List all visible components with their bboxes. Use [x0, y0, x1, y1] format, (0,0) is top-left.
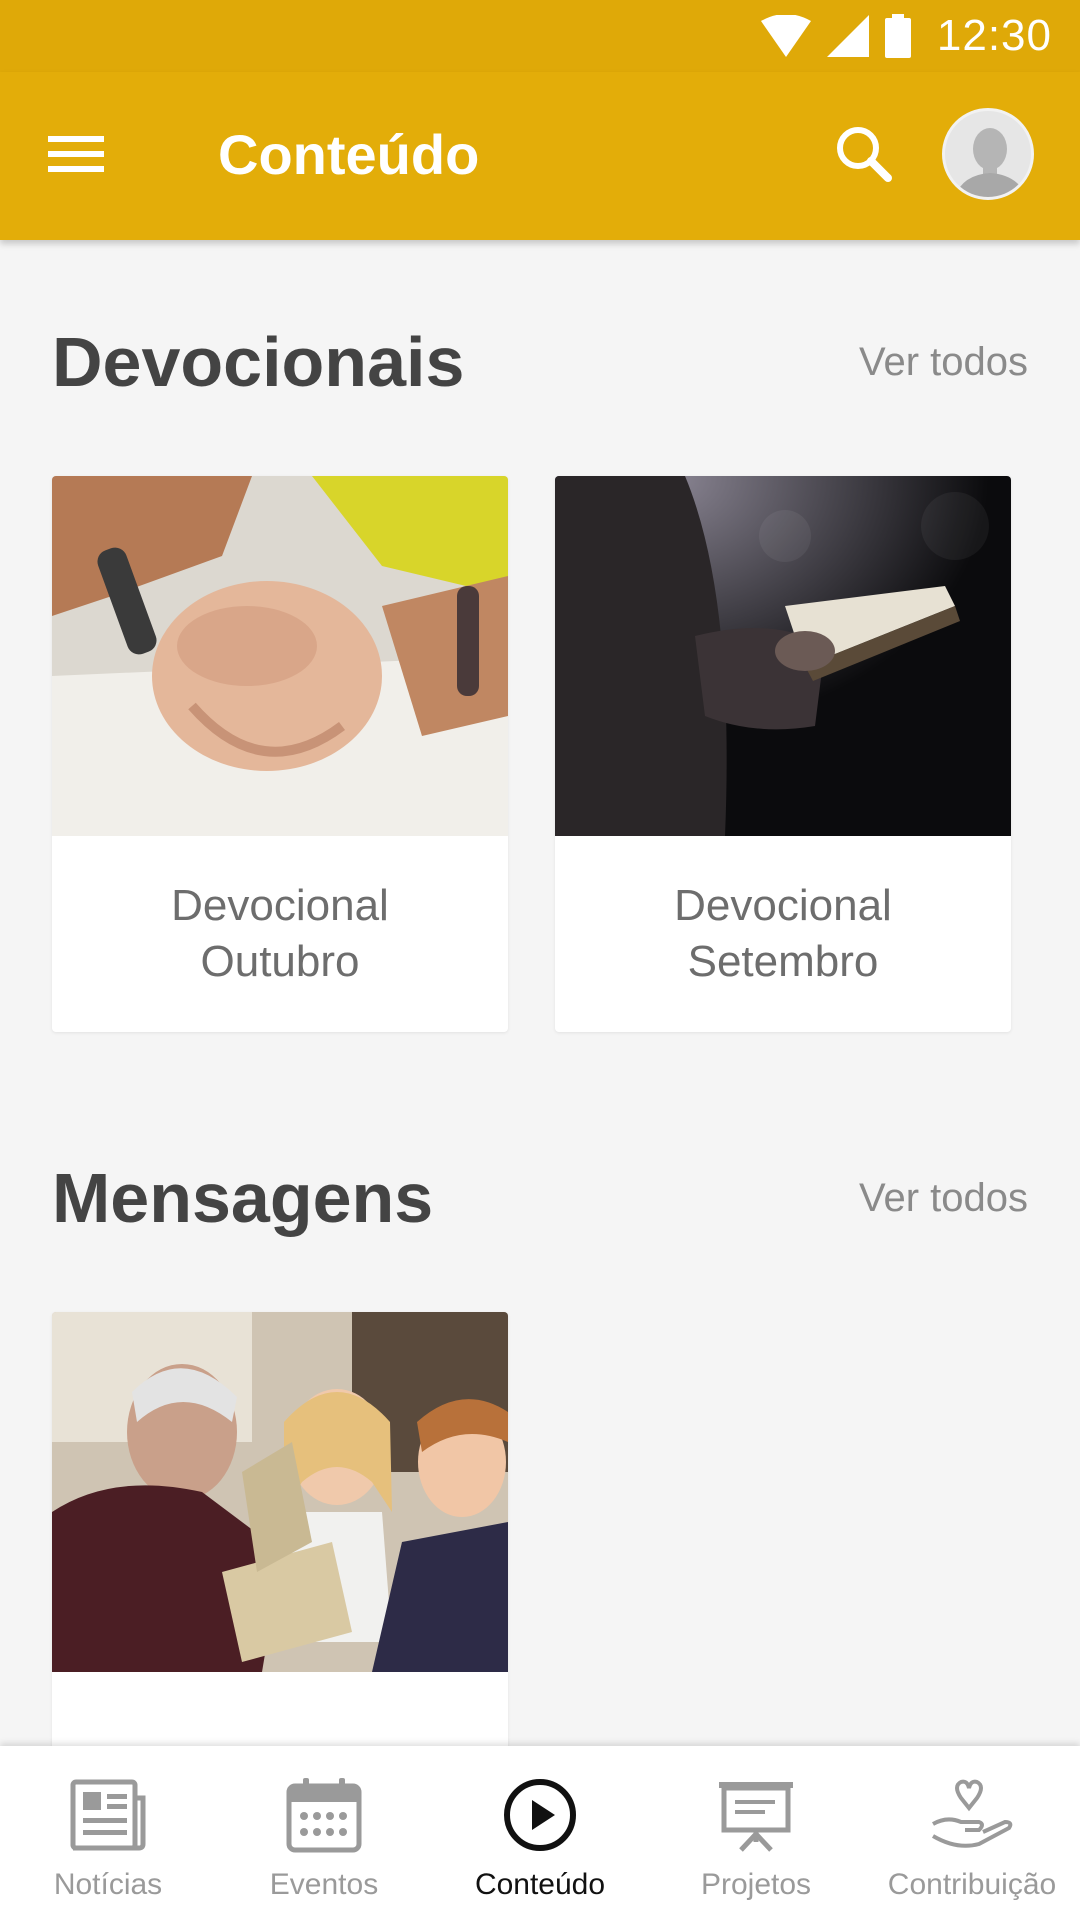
see-all-mensagens-link[interactable]: Ver todos	[859, 1176, 1028, 1221]
search-icon	[837, 127, 892, 182]
calendar-icon	[286, 1778, 362, 1853]
battery-icon	[884, 14, 911, 58]
play-circle-icon	[504, 1779, 576, 1851]
nav-label-conteudo: Conteúdo	[474, 1868, 606, 1901]
nav-item-noticias[interactable]: Notícias	[0, 1746, 216, 1920]
person-reading-image	[555, 476, 1011, 836]
nav-item-eventos[interactable]: Eventos	[216, 1746, 432, 1920]
status-bar: 12:30	[0, 0, 1080, 72]
wifi-icon	[760, 15, 811, 57]
nav-label-projetos: Projetos	[700, 1868, 812, 1901]
nav-item-contribuicao[interactable]: Contribuição	[864, 1746, 1080, 1920]
page-title: Conteúdo	[218, 123, 480, 186]
bottom-navigation: Notícias Eventos Conteúdo Projetos Contr…	[0, 1746, 1080, 1920]
status-time: 12:30	[936, 11, 1052, 60]
nav-item-projetos[interactable]: Projetos	[648, 1746, 864, 1920]
menu-button[interactable]	[48, 124, 120, 184]
card-devocional-outubro[interactable]: Devocional Outubro	[52, 476, 508, 1032]
nav-item-conteudo[interactable]: Conteúdo	[432, 1746, 648, 1920]
card-devocional-setembro[interactable]: Devocional Setembro	[555, 476, 1011, 1032]
nav-label-noticias: Notícias	[53, 1868, 163, 1901]
user-silhouette-icon	[945, 111, 1031, 197]
search-button[interactable]	[830, 120, 900, 190]
nav-label-contribuicao: Contribuição	[887, 1868, 1057, 1901]
section-title-devocionais: Devocionais	[52, 323, 465, 401]
see-all-devocionais-link[interactable]: Ver todos	[859, 340, 1028, 385]
heart-hand-icon	[931, 1779, 1013, 1848]
menu-icon	[48, 136, 104, 172]
family-reading-image	[52, 1312, 508, 1672]
avatar[interactable]	[942, 108, 1034, 200]
signal-icon	[826, 15, 869, 57]
praying-hands-image	[52, 476, 508, 836]
presentation-board-icon	[719, 1782, 793, 1852]
card-title: Devocional Outubro	[171, 881, 389, 986]
app-bar: Conteúdo	[0, 72, 1080, 240]
card-title: Devocional Setembro	[674, 881, 892, 986]
newspaper-icon	[70, 1779, 146, 1851]
section-title-mensagens: Mensagens	[52, 1159, 434, 1237]
nav-label-eventos: Eventos	[269, 1868, 379, 1901]
